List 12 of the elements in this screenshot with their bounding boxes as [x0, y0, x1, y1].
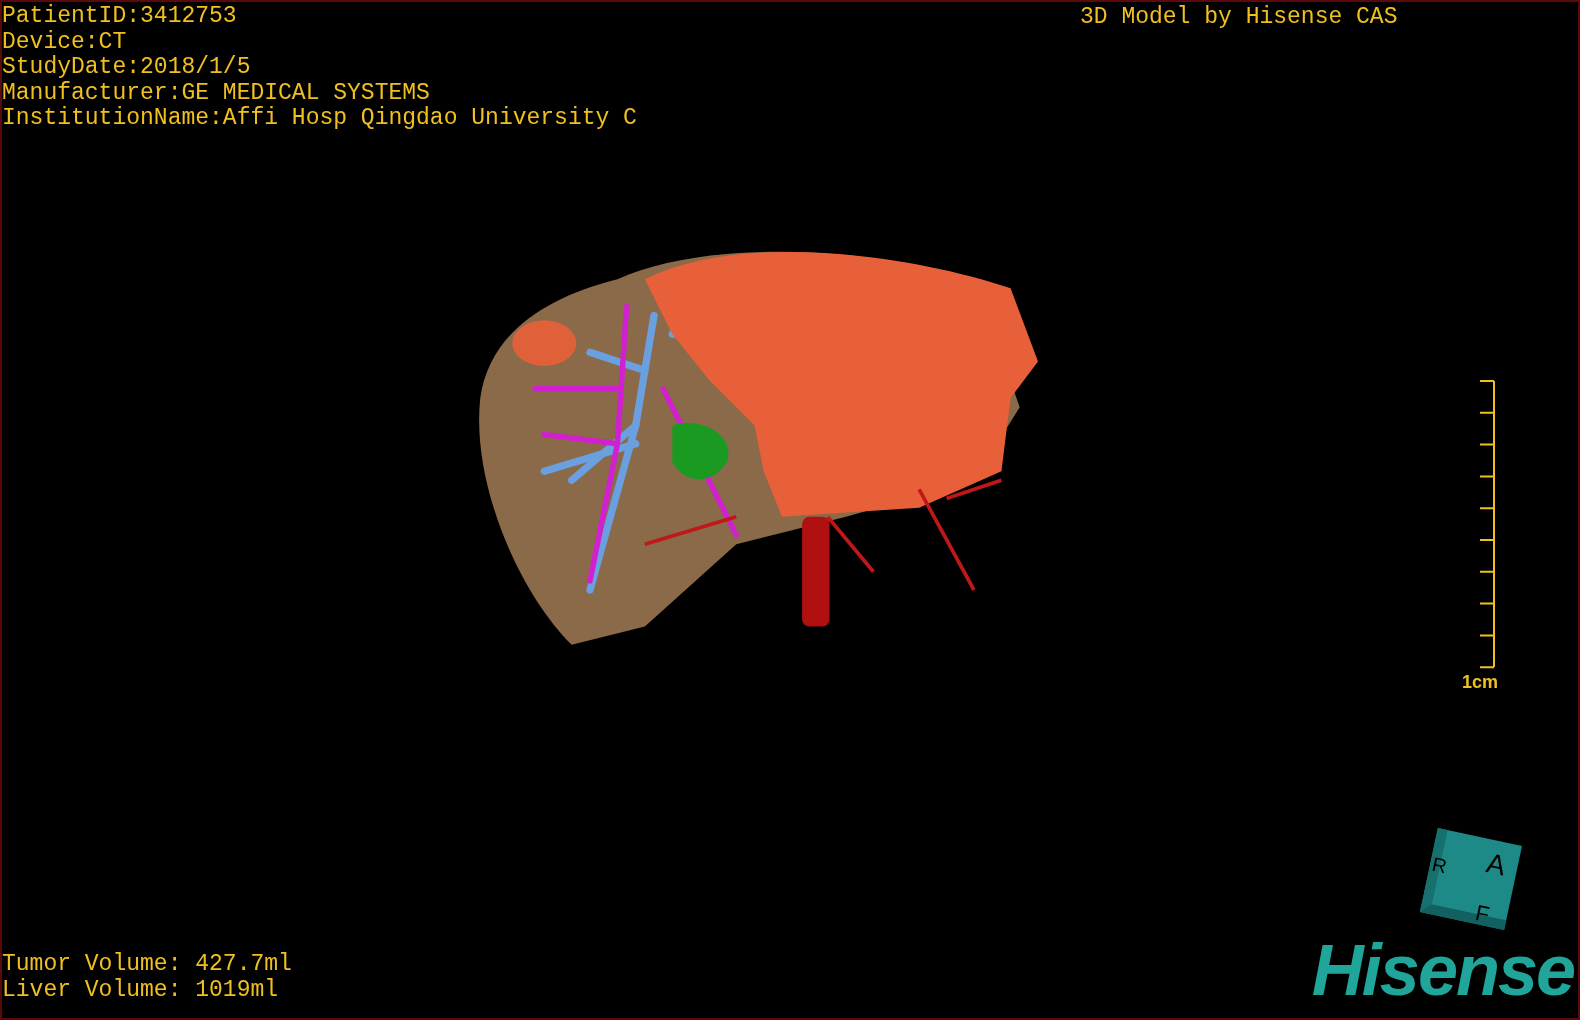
scale-label: 1cm: [1462, 672, 1499, 693]
patient-info-text: InstitutionName:Affi Hosp Qingdao University C: [2, 106, 637, 132]
patient-info-text: Manufacturer:GE MEDICAL SYSTEMS: [2, 80, 431, 106]
patient-info-text: PatientID:3412753: [2, 4, 238, 30]
brand-logo: Hisense: [1311, 934, 1574, 1006]
credit-text: 3D Model by Hisense CAS: [1080, 5, 1398, 30]
volume-text: Tumor Volume: 427.7ml: [2, 952, 292, 978]
orientation-cube[interactable]: A R F: [1420, 828, 1522, 930]
patient-info-text: StudyDate:2018/1/5: [2, 55, 252, 81]
patient-info-text: Device:CT: [2, 29, 128, 55]
3d-viewport[interactable]: [0, 0, 1580, 1020]
volume-text: Liver Volume: 1019ml: [2, 977, 280, 1003]
